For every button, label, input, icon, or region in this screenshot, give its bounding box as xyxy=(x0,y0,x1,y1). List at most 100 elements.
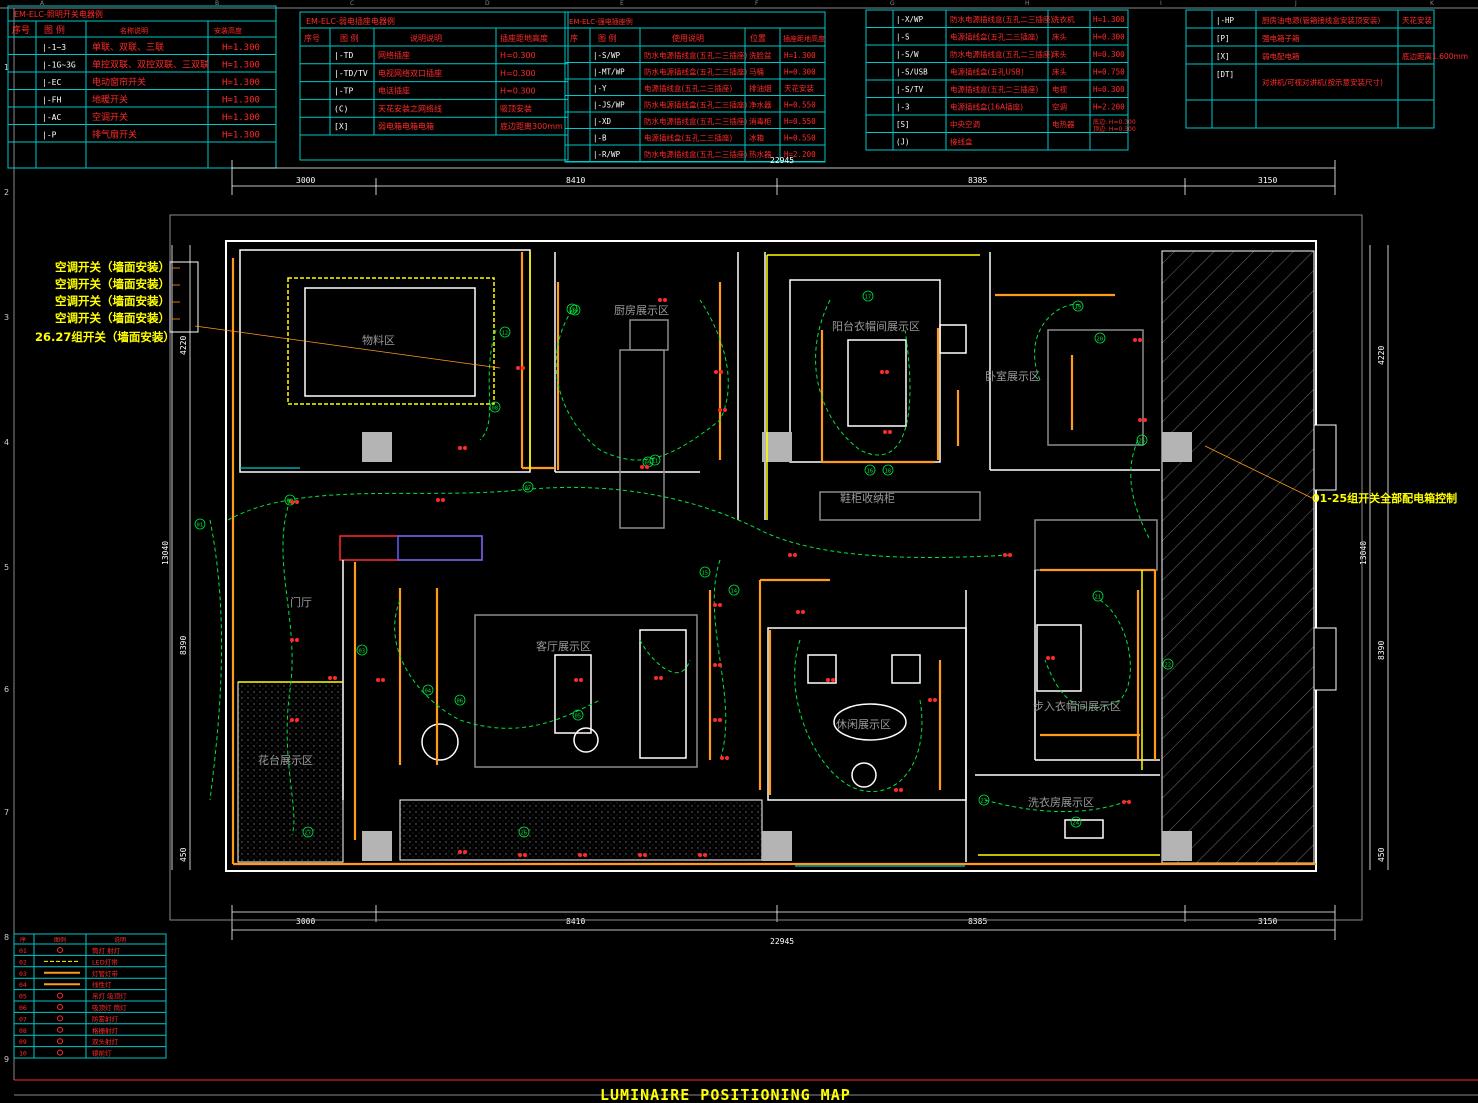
cad-drawing: ABCDEFGHIJK 123456789 EM-ELC-照明开关电器例 序号 … xyxy=(0,0,1478,1103)
circuit-tag-label: 26 xyxy=(521,831,528,837)
legend-weak-height: H=0.300 xyxy=(500,69,536,78)
legend-switch-height: H=1.300 xyxy=(222,78,260,88)
fixture-dot xyxy=(719,370,723,374)
fixture-dot xyxy=(793,553,797,557)
legend-switch-symbol: |-P xyxy=(42,131,57,140)
legend-power-height: H=0.550 xyxy=(784,117,816,126)
legend-lights-no: 06 xyxy=(19,1004,27,1012)
fixture-dot xyxy=(654,676,658,680)
circuit-tag-label: 13 xyxy=(569,308,576,314)
legend-weak-header-desc: 说明说明 xyxy=(410,33,442,43)
grid-number: 4 xyxy=(4,438,9,447)
circuit-tag-label: 05 xyxy=(575,714,582,720)
legend-switch-symbol: |-1~3 xyxy=(42,43,66,52)
grid-number: 6 xyxy=(4,685,9,694)
legend-switch-header-h: 安装高度 xyxy=(214,26,242,35)
dim-bottom-total: 22945 xyxy=(770,937,794,946)
legend-switch-height: H=1.300 xyxy=(222,96,260,106)
legend-lights-header-no: 序 xyxy=(20,936,26,944)
fixture-dot xyxy=(458,446,462,450)
legend-lights-no: 02 xyxy=(19,958,27,966)
fixture-dot xyxy=(463,850,467,854)
fixture-dot xyxy=(638,853,642,857)
legend-power2-pos: 床头 xyxy=(1052,67,1068,77)
dim-bottom-2: 8410 xyxy=(566,917,585,926)
grid-number: 7 xyxy=(4,808,9,817)
legend-power-symbol: |-JS/WP xyxy=(593,101,625,110)
fixture-dot xyxy=(640,465,644,469)
fixture-dot xyxy=(290,638,294,642)
fixture-dot xyxy=(718,718,722,722)
grid-letter: J xyxy=(1294,0,1297,7)
circuit-tag-label: 08 xyxy=(492,406,499,412)
dim-right-4: 450 xyxy=(1377,847,1386,862)
fixture-dot xyxy=(826,678,830,682)
legend-weak-symbol: [X] xyxy=(334,122,348,131)
legend-switch-desc: 电动窗帘开关 xyxy=(92,76,146,88)
fixture-dot xyxy=(1127,800,1131,804)
fixture-dot xyxy=(801,610,805,614)
legend-power-symbol: |-R/WP xyxy=(593,150,621,159)
legend-weak-header-sym: 图 例 xyxy=(340,33,359,43)
legend-switch-symbol: |-EC xyxy=(42,78,61,87)
room-label-laundry: 洗衣房展示区 xyxy=(1028,795,1094,809)
dim-top-1: 3000 xyxy=(296,176,315,185)
fixture-dot xyxy=(718,663,722,667)
legend-power-table: EM-ELC-强电插座例 序 图 例 使用说明 位置 插座距地高度 |-S/WP… xyxy=(564,11,826,163)
circuit-tag-label: 16 xyxy=(867,469,874,475)
legend-power2-desc: 防水电源插线盒(五孔二三插座) xyxy=(950,49,1053,59)
dim-top-2: 8410 xyxy=(566,176,585,185)
legend-lights-no: 10 xyxy=(19,1050,27,1058)
fixture-dot xyxy=(295,638,299,642)
fixture-dot xyxy=(894,788,898,792)
legend-lights-desc: 灯管灯带 xyxy=(92,969,119,978)
legend-lights-desc: 防雾射灯 xyxy=(92,1014,119,1023)
legend-power2-pos: 空调 xyxy=(1052,102,1067,112)
fixture-dot xyxy=(295,718,299,722)
legend-power-desc: 防水电源插线盒(五孔二三插座) xyxy=(644,50,747,60)
circuit-tag-label: 15 xyxy=(702,571,709,577)
legend-lights-desc: 吊灯 吸顶灯 xyxy=(92,992,127,1001)
dim-bottom-4: 3150 xyxy=(1258,917,1277,926)
circuit-tag-label: 03 xyxy=(359,649,366,655)
legend-weak-symbol: |-TD xyxy=(334,51,353,60)
circuit-tag-label: 17 xyxy=(865,295,872,301)
fixture-dot xyxy=(643,853,647,857)
legend-power2-pos: 电视 xyxy=(1052,84,1068,94)
legend-power-pos: 冰箱 xyxy=(749,133,764,143)
legend-misc-symbol: |-HP xyxy=(1216,16,1235,25)
fixture-dot xyxy=(720,756,724,760)
legend-switch-header-desc: 名称说明 xyxy=(120,26,148,35)
legend-switch-title: EM-ELC-照明开关电器例 xyxy=(14,9,103,19)
legend-switch-desc: 空调开关 xyxy=(92,111,128,123)
dim-top-4: 3150 xyxy=(1258,176,1277,185)
legend-power2-symbol: |-3 xyxy=(896,103,910,112)
fixture-dot xyxy=(463,446,467,450)
legend-weak-desc: 天花安装之网络线 xyxy=(378,103,442,113)
fixture-dot xyxy=(516,366,520,370)
fixture-dot xyxy=(1133,338,1137,342)
circuit-tag-label: 06 xyxy=(457,699,464,705)
fixture-dot xyxy=(888,430,892,434)
grid-number: 3 xyxy=(4,313,9,322)
callout-group-switch: 26.27组开关（墙面安装） xyxy=(35,330,175,344)
legend-lights-desc: 吸顶灯 筒灯 xyxy=(92,1003,127,1012)
legend-power2-desc: 电源插线盒(五孔二三插座) xyxy=(950,32,1038,42)
legend-power-header-pos: 位置 xyxy=(750,33,766,43)
legend-power2-height: H=0.300 xyxy=(1093,85,1125,94)
fixture-dot xyxy=(295,500,299,504)
circuit-tag-label: 01 xyxy=(197,523,204,529)
legend-power-pos: 排油烟 xyxy=(749,83,772,93)
fixture-dot xyxy=(831,678,835,682)
legend-lights-desc: 筒灯 射灯 xyxy=(92,946,121,955)
legend-power2-desc: 接线盒 xyxy=(950,137,973,147)
dim-left-4: 450 xyxy=(179,847,188,862)
fixture-dot xyxy=(1051,656,1055,660)
dim-right-1: 4220 xyxy=(1377,346,1386,365)
legend-power2-desc: 电源插线盒(五孔二三插座) xyxy=(950,84,1038,94)
legend-misc-height: 天花安装 xyxy=(1402,15,1432,25)
grid-number: 8 xyxy=(4,933,9,942)
grid-letter: D xyxy=(485,0,490,7)
grid-letter: H xyxy=(1025,0,1030,7)
circuit-tag-label: 11 xyxy=(652,459,659,465)
